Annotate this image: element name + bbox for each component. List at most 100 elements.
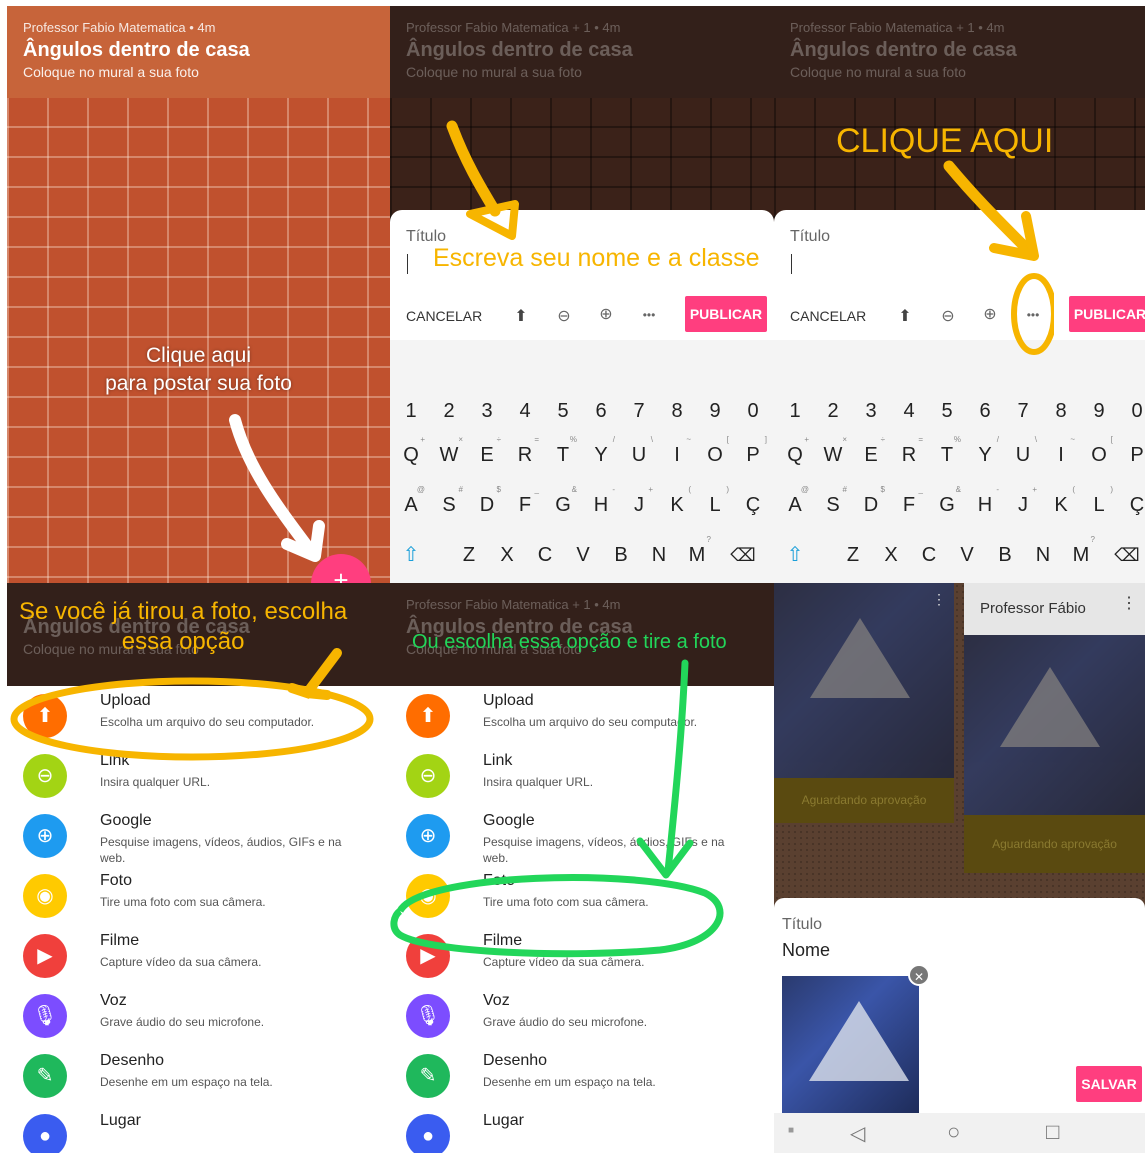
key-1[interactable]: 1 [392,390,430,432]
key-j[interactable]: J + [620,484,658,526]
key-a[interactable]: A @ [776,484,814,526]
key-r[interactable]: R = [890,434,928,476]
key-n[interactable]: N [640,534,678,576]
key-i[interactable]: I ~ [658,434,696,476]
key-8[interactable]: 8 [1042,390,1080,432]
key-b[interactable]: B [602,534,640,576]
key-w[interactable]: W × [814,434,852,476]
key-e[interactable]: E ÷ [468,434,506,476]
key-9[interactable]: 9 [1080,390,1118,432]
key-o[interactable]: O[ [696,434,734,476]
menu-item-voz[interactable]: 🎙 Voz Grave áudio do seu microfone. [7,986,377,1046]
save-button[interactable]: SALVAR [1076,1066,1142,1102]
key-s[interactable]: S # [430,484,468,526]
more-icon[interactable]: ••• [638,308,660,322]
key-p[interactable]: P] [734,434,772,476]
key-n[interactable]: N [1024,534,1062,576]
menu-item-lugar[interactable]: ● Lugar [390,1106,760,1153]
key-3[interactable]: 3 [468,390,506,432]
key-j[interactable]: J + [1004,484,1042,526]
key-h[interactable]: H- [582,484,620,526]
key-g[interactable]: G & [544,484,582,526]
post-card-2[interactable]: Professor Fábio ⋮ Aguardando aprovação [964,583,1145,873]
key-e[interactable]: E ÷ [852,434,890,476]
key-6[interactable]: 6 [966,390,1004,432]
key-a[interactable]: A @ [392,484,430,526]
cancel-button[interactable]: CANCELAR [790,308,866,324]
shift-key[interactable]: ⇧ [392,534,430,576]
key-x[interactable]: X [488,534,526,576]
card-menu-icon[interactable]: ⋮ [1121,593,1137,613]
key-f[interactable]: F _ [506,484,544,526]
cancel-button[interactable]: CANCELAR [406,308,482,324]
key-t[interactable]: T% [544,434,582,476]
key-w[interactable]: W × [430,434,468,476]
key-1[interactable]: 1 [776,390,814,432]
key-c[interactable]: C [526,534,564,576]
remove-attachment-icon[interactable]: ✕ [908,964,930,986]
key-ç[interactable]: Ç [1118,484,1145,526]
key-2[interactable]: 2 [814,390,852,432]
key-v[interactable]: V [948,534,986,576]
shift-key[interactable]: ⇧ [776,534,814,576]
key-o[interactable]: O[ [1080,434,1118,476]
key-m[interactable]: M? [678,534,716,576]
key-d[interactable]: D $ [468,484,506,526]
search-icon[interactable]: ⊕ [595,304,617,324]
menu-item-lugar[interactable]: ● Lugar [7,1106,377,1153]
menu-item-google[interactable]: ⊕ Google Pesquise imagens, vídeos, áudios,… [7,806,377,866]
post-card-1[interactable]: ⋮ Aguardando aprovação [774,583,954,823]
key-k[interactable]: K( [1042,484,1080,526]
key-h[interactable]: H- [966,484,1004,526]
key-g[interactable]: G & [928,484,966,526]
menu-item-voz[interactable]: 🎙 Voz Grave áudio do seu microfone. [390,986,760,1046]
key-z[interactable]: Z [834,534,872,576]
publish-button[interactable]: PUBLICAR [685,296,767,332]
back-icon[interactable]: ◁ [850,1121,865,1146]
key-b[interactable]: B [986,534,1024,576]
key-f[interactable]: F _ [890,484,928,526]
key-y[interactable]: Y / [582,434,620,476]
key-l[interactable]: L) [1080,484,1118,526]
publish-button[interactable]: PUBLICAR [1069,296,1145,332]
key-4[interactable]: 4 [506,390,544,432]
key-d[interactable]: D $ [852,484,890,526]
key-t[interactable]: T% [928,434,966,476]
title-input[interactable]: Nome [782,940,830,961]
key-7[interactable]: 7 [1004,390,1042,432]
key-x[interactable]: X [872,534,910,576]
key-0[interactable]: 0 [1118,390,1145,432]
key-v[interactable]: V [564,534,602,576]
key-q[interactable]: Q + [776,434,814,476]
key-i[interactable]: I ~ [1042,434,1080,476]
menu-item-foto[interactable]: ◉ Foto Tire uma foto com sua câmera. [7,866,377,926]
key-ç[interactable]: Ç [734,484,772,526]
backspace-key[interactable]: ⌫ [724,534,762,576]
key-0[interactable]: 0 [734,390,772,432]
link-icon[interactable]: ⊖ [553,306,575,326]
key-7[interactable]: 7 [620,390,658,432]
recents-icon[interactable]: □ [1046,1119,1059,1145]
key-q[interactable]: Q + [392,434,430,476]
key-4[interactable]: 4 [890,390,928,432]
key-u[interactable]: U \ [1004,434,1042,476]
key-z[interactable]: Z [450,534,488,576]
key-6[interactable]: 6 [582,390,620,432]
key-9[interactable]: 9 [696,390,734,432]
key-s[interactable]: S # [814,484,852,526]
key-m[interactable]: M? [1062,534,1100,576]
backspace-key[interactable]: ⌫ [1108,534,1145,576]
key-5[interactable]: 5 [544,390,582,432]
key-3[interactable]: 3 [852,390,890,432]
key-l[interactable]: L) [696,484,734,526]
key-p[interactable]: P] [1118,434,1145,476]
key-r[interactable]: R = [506,434,544,476]
key-u[interactable]: U \ [620,434,658,476]
key-c[interactable]: C [910,534,948,576]
key-y[interactable]: Y / [966,434,1004,476]
menu-item-desenho[interactable]: ✎ Desenho Desenhe em um espaço na tela. [7,1046,377,1106]
upload-icon[interactable]: ⬆ [894,306,916,326]
menu-item-desenho[interactable]: ✎ Desenho Desenhe em um espaço na tela. [390,1046,760,1106]
card-menu-icon[interactable]: ⋮ [932,591,946,608]
key-5[interactable]: 5 [928,390,966,432]
